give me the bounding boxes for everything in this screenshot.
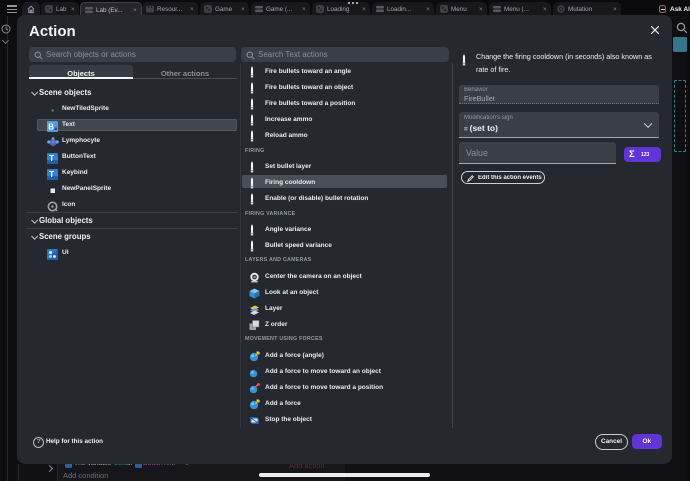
svg-text:T: T <box>49 170 54 179</box>
svg-text:T: T <box>49 154 54 163</box>
svg-text:B: B <box>48 122 54 131</box>
